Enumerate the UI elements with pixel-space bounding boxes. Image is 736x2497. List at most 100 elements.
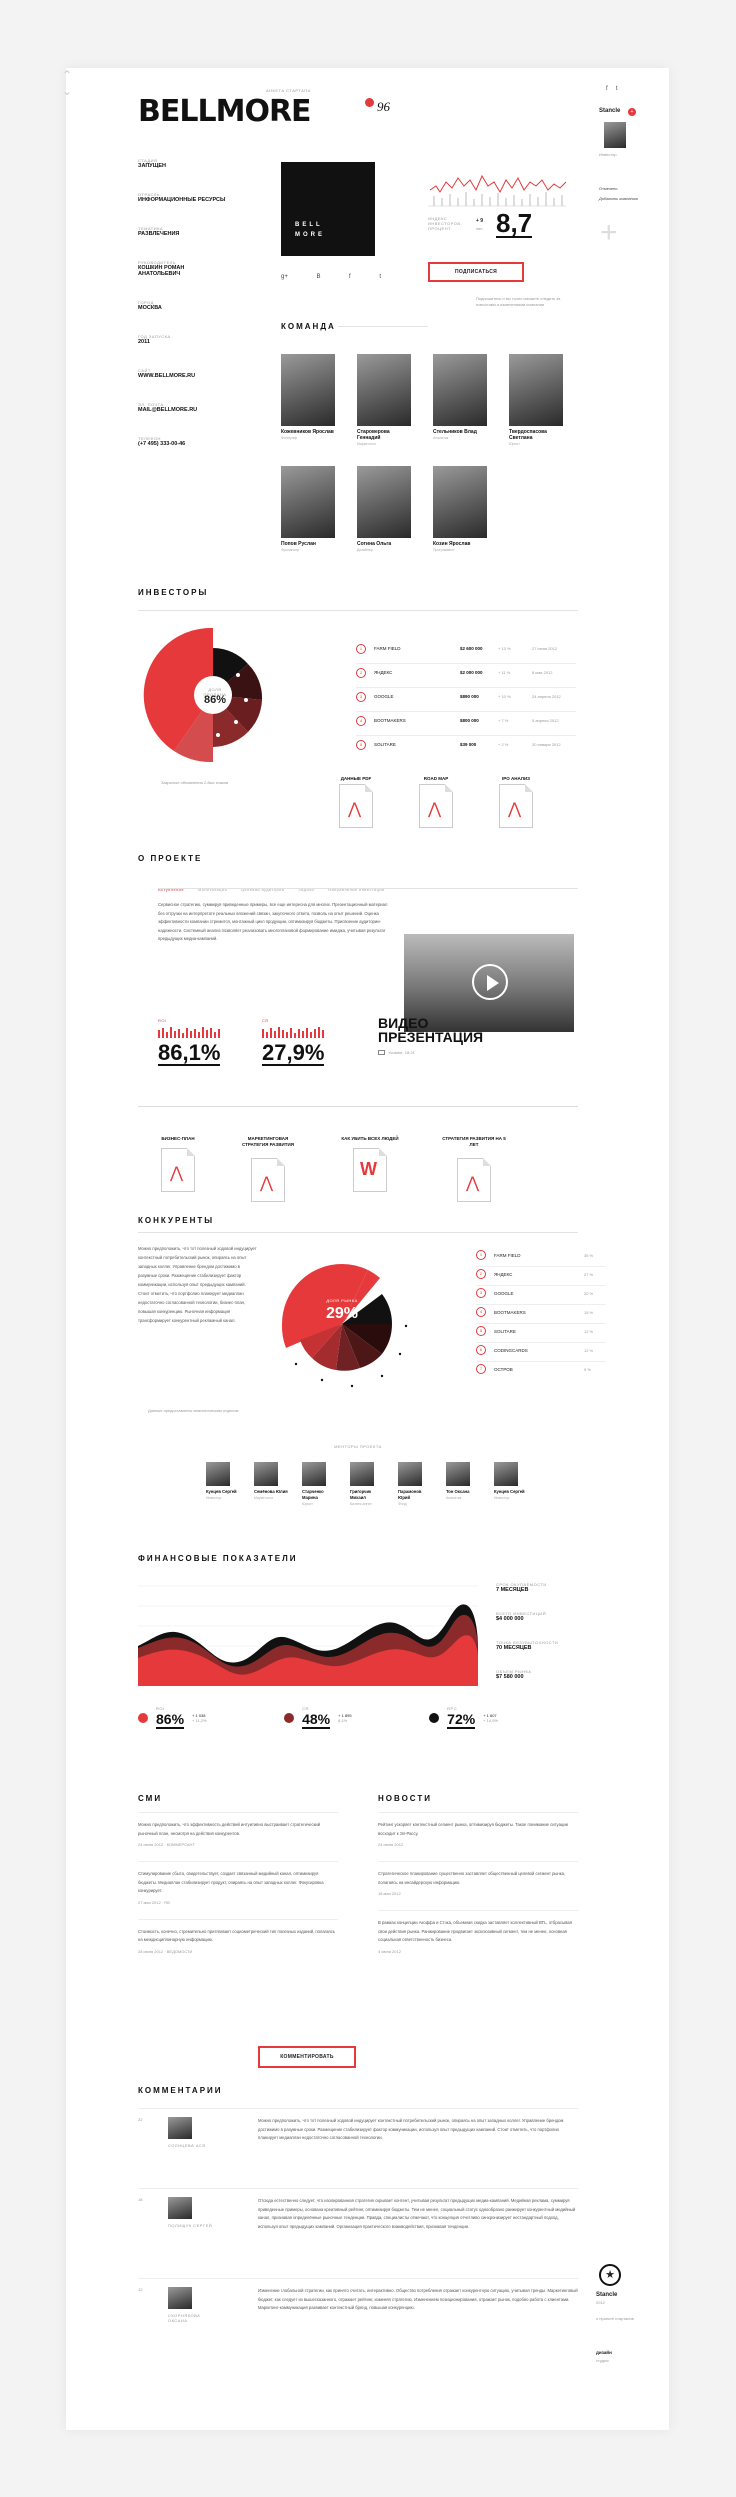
subscribe-button[interactable]: ПОДПИСАТЬСЯ: [428, 262, 524, 282]
plus-icon[interactable]: +: [600, 218, 618, 248]
doc-title: ДАННЫЕ PDF: [340, 776, 372, 781]
mentor[interactable]: Старченко Марина Юрист: [302, 1462, 338, 1506]
avatar[interactable]: [604, 122, 626, 148]
competitor-row[interactable]: 3 GOOGLE 20 %: [476, 1286, 606, 1305]
mentor-photo: [350, 1462, 374, 1486]
legend-item: ROI 86% + 1 038 + 11,2%: [138, 1706, 207, 1729]
comment-author: Полищук Сергей: [168, 2223, 213, 2228]
twitter-icon[interactable]: t: [379, 274, 381, 280]
competitor-row[interactable]: 1 FARM FIELD 35 %: [476, 1248, 606, 1267]
facebook-icon[interactable]: f: [349, 274, 351, 280]
doc-download[interactable]: IPO АНАЛИЗ ⋀: [486, 776, 546, 828]
investor-row[interactable]: 3 GOOGLE $890 000 + 10 % 24 апреля 2012: [356, 688, 576, 712]
row-number: 5: [356, 740, 366, 750]
info-item[interactable]: Сайт WWW.BELLMORE.RU: [138, 368, 228, 379]
doc-download[interactable]: ДАННЫЕ PDF ⋀: [326, 776, 386, 828]
investor-date: 5 апреля 2012: [532, 718, 559, 723]
member-name: Староверова Геннадий: [357, 429, 390, 441]
chevron-up-icon[interactable]: ⌃: [62, 68, 72, 82]
investor-name: FARM FIELD: [374, 646, 401, 651]
investor-row[interactable]: 4 BOOTMAKERS $800 000 + 7 % 5 апреля 2012: [356, 712, 576, 736]
doc-title: СТРАТЕГИЯ РАЗВИТИЯ НА 5 ЛЕТ: [442, 1136, 506, 1147]
mentor[interactable]: Григорчик Михаил Бизнес-ангел: [350, 1462, 386, 1506]
video-meta: Youtube, 18:21: [388, 1050, 415, 1055]
mentor-role: Маркетолог: [254, 1496, 273, 1500]
team-member[interactable]: Козин Ярослав Программист: [433, 466, 487, 552]
stat-label: ROI: [158, 1018, 167, 1023]
info-item: Стадия ЗАПУЩЕН: [138, 158, 228, 169]
investor-amount: $890 000: [460, 694, 479, 699]
doc-download[interactable]: МАРКЕТИНГОВАЯ СТРАТЕГИЯ РАЗВИТИЯ ⋀: [236, 1136, 300, 1202]
info-item: Город МОСКВА: [138, 300, 228, 311]
investor-amount: $800 000: [460, 718, 479, 723]
doc-title: IPO АНАЛИЗ: [501, 776, 531, 781]
legend-dot: [138, 1712, 148, 1723]
mentor-photo: [206, 1462, 230, 1486]
comment-text: Можно предположить, что тот полезный ход…: [258, 2118, 564, 2140]
investor-row[interactable]: 1 FARM FIELD $2 600 000 + 13 % 27 июня 2012: [356, 640, 576, 664]
vk-icon[interactable]: В: [316, 274, 320, 280]
comment-button[interactable]: КОММЕНТИРОВАТЬ: [258, 2046, 356, 2068]
row-number: 4: [476, 1307, 486, 1317]
marked-action[interactable]: Отмечено: [599, 186, 618, 191]
chevron-down-icon[interactable]: ⌄: [62, 84, 72, 98]
about-title: О ПРОЕКТЕ: [138, 854, 203, 863]
video-thumbnail[interactable]: [404, 934, 574, 1032]
news-text: Рейтинг ускоряет контекстный сегмент рын…: [378, 1822, 568, 1836]
doc-download[interactable]: КАК УБИТЬ ВСЕХ ЛЮДЕЙ W: [338, 1136, 402, 1192]
google-plus-icon[interactable]: g+: [281, 274, 288, 280]
star-icon[interactable]: ★: [599, 2264, 621, 2286]
footer-link[interactable]: о проекте стартапов: [596, 2316, 636, 2321]
mentor[interactable]: Кунцев Сергей Инвестор: [494, 1462, 530, 1506]
doc-download[interactable]: СТРАТЕГИЯ РАЗВИТИЯ НА 5 ЛЕТ ⋀: [442, 1136, 506, 1202]
stats-label: Индекс инвесторов, процент: [428, 216, 463, 231]
competitor-row[interactable]: 7 ОСТРОВ 9 %: [476, 1362, 606, 1381]
member-name: Твердоспасова Светлана: [509, 429, 547, 441]
mentor-photo: [446, 1462, 470, 1486]
news-item[interactable]: Стратегическое планирование существенно …: [378, 1861, 578, 1910]
twitter-icon[interactable]: t: [616, 86, 618, 92]
team-member[interactable]: Сотина Ольга Дизайнер: [357, 466, 411, 552]
mentors-title: МЕНТОРЫ ПРОЕКТА: [334, 1444, 382, 1449]
footer-user[interactable]: Stancle: [596, 2292, 617, 2298]
competitor-row[interactable]: 4 BOOTMAKERS 15 %: [476, 1305, 606, 1324]
competitor-row[interactable]: 2 ЯНДЕКС 27 %: [476, 1267, 606, 1286]
info-item[interactable]: Эл. почта MAIL@BELLMORE.RU: [138, 402, 228, 413]
investor-row[interactable]: 2 ЯНДЕКС $2 000 000 + 11 % 8 мая 2012: [356, 664, 576, 688]
team-member[interactable]: Попов Руслан Фрилансер: [281, 466, 335, 552]
media-item[interactable]: Можно предположить, что эффективность де…: [138, 1812, 338, 1861]
team-member[interactable]: Староверова Геннадий Маркетолог: [357, 354, 411, 446]
competitor-row[interactable]: 6 CODINGCARDS 12 %: [476, 1343, 606, 1362]
user-name[interactable]: Stancle: [599, 108, 620, 114]
doc-download[interactable]: ROAD MAP ⋀: [406, 776, 466, 828]
logo-line1: BELL: [295, 222, 323, 228]
investor-row[interactable]: 5 SOLITARE $39 000 + 2 % 20 января 2012: [356, 736, 576, 760]
legend-a: + 1 607: [483, 1712, 497, 1718]
footer-design[interactable]: дизайн: [596, 2350, 612, 2355]
news-item[interactable]: В рамках концепции Акоффа и Стэка, объем…: [378, 1910, 578, 1968]
facebook-icon[interactable]: f: [606, 86, 608, 92]
competitor-pct: 9 %: [584, 1367, 591, 1372]
row-number: 7: [476, 1364, 486, 1374]
mentor[interactable]: Кунцев Сергей Инвестор: [206, 1462, 242, 1506]
add-company-action[interactable]: Добавить компанию: [599, 196, 639, 201]
row-number: 2: [476, 1269, 486, 1279]
team-member[interactable]: Стельников Влад Аналитик: [433, 354, 487, 446]
company-logo-box: BELL MORE: [281, 162, 375, 256]
mentor[interactable]: Семёнова Юлия Маркетолог: [254, 1462, 290, 1506]
mentor[interactable]: Тон Оксана Аналитик: [446, 1462, 482, 1506]
doc-download[interactable]: БИЗНЕС-ПЛАН ⋀: [146, 1136, 210, 1192]
team-member[interactable]: Твердоспасова Светлана Юрист: [509, 354, 563, 446]
investor-amount: $39 000: [460, 742, 477, 747]
investors-list: 1 FARM FIELD $2 600 000 + 13 % 27 июня 2012 …: [356, 640, 576, 760]
investors-note: Закрытые объявления 2-йых знаков: [161, 780, 229, 785]
notification-badge[interactable]: +: [628, 108, 636, 116]
mentor[interactable]: Парамонов Юрий Фонд: [398, 1462, 434, 1506]
team-member[interactable]: Кожевников Ярослав Фотограф: [281, 354, 335, 446]
video-title: ВИДЕО: [378, 1015, 429, 1031]
media-item[interactable]: Стоимость, конечно, стремительно притяги…: [138, 1918, 338, 1968]
news-item[interactable]: Рейтинг ускоряет контекстный сегмент рын…: [378, 1812, 578, 1861]
competitor-row[interactable]: 5 SOLITARE 12 %: [476, 1324, 606, 1343]
media-text: Стимулирование сбыта, свидетельствует, с…: [138, 1871, 324, 1893]
media-item[interactable]: Стимулирование сбыта, свидетельствует, с…: [138, 1861, 338, 1919]
